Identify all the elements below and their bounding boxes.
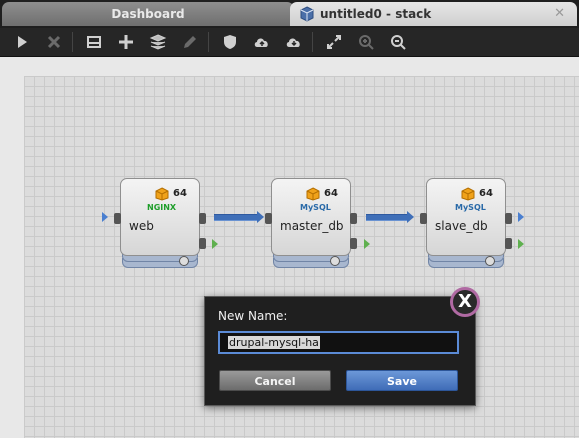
node-handle[interactable] — [485, 256, 495, 266]
node-port-out[interactable] — [350, 213, 357, 224]
node-port-in[interactable] — [114, 213, 121, 224]
connection-master-slave[interactable] — [366, 211, 414, 223]
package-icon — [461, 187, 475, 201]
toolbar-separator — [312, 32, 313, 52]
tab-bar: Dashboard untitled0 - stack ✕ — [0, 0, 579, 28]
node-port-in[interactable] — [420, 213, 427, 224]
node-body: 64 MySQL slave_db — [426, 178, 506, 256]
node-port-in[interactable] — [265, 213, 272, 224]
node-version: 64 — [479, 188, 493, 199]
package-icon — [155, 187, 169, 201]
close-icon[interactable] — [42, 30, 66, 54]
node-slave-db[interactable]: 64 MySQL slave_db — [420, 178, 512, 270]
pencil-icon[interactable] — [178, 30, 202, 54]
cloud-upload-icon[interactable] — [250, 30, 274, 54]
node-port-out[interactable] — [199, 238, 206, 249]
mysql-logo: MySQL — [300, 203, 331, 212]
dialog-title: New Name: — [218, 309, 288, 323]
tab-dashboard-label: Dashboard — [111, 7, 185, 21]
node-version: 64 — [324, 188, 338, 199]
new-name-selected-text[interactable]: drupal-mysql-ha — [228, 336, 320, 349]
connection-web-master[interactable] — [214, 211, 264, 223]
close-tab-icon[interactable]: ✕ — [554, 2, 565, 26]
cloud-download-icon[interactable] — [282, 30, 306, 54]
toolbar-separator — [72, 32, 73, 52]
mysql-logo: MySQL — [455, 203, 486, 212]
node-label: web — [129, 219, 154, 233]
zoom-out-icon[interactable] — [386, 30, 410, 54]
node-port-out[interactable] — [505, 238, 512, 249]
zoom-in-icon[interactable] — [354, 30, 378, 54]
node-label: slave_db — [435, 219, 488, 233]
node-handle[interactable] — [179, 256, 189, 266]
stack-icon — [300, 6, 314, 22]
node-body: 64 MySQL master_db — [271, 178, 351, 256]
output-arrow-icon — [212, 239, 218, 249]
node-master-db[interactable]: 64 MySQL master_db — [265, 178, 357, 270]
layers-icon[interactable] — [146, 30, 170, 54]
dialog-close-icon[interactable]: X — [450, 287, 480, 317]
tab-dashboard[interactable]: Dashboard — [2, 2, 294, 26]
output-arrow-icon — [518, 212, 524, 222]
tab-stack-label: untitled0 - stack — [320, 7, 432, 21]
toolbar-separator — [208, 32, 209, 52]
drive-icon[interactable] — [82, 30, 106, 54]
nginx-logo: NGINX — [147, 203, 177, 212]
plus-icon[interactable] — [114, 30, 138, 54]
node-port-out[interactable] — [505, 213, 512, 224]
tab-stack[interactable]: untitled0 - stack ✕ — [290, 2, 577, 26]
expand-icon[interactable] — [322, 30, 346, 54]
play-icon[interactable] — [10, 30, 34, 54]
cancel-button[interactable]: Cancel — [219, 370, 331, 391]
save-button[interactable]: Save — [346, 370, 458, 391]
node-port-out[interactable] — [199, 213, 206, 224]
node-port-out[interactable] — [350, 238, 357, 249]
shield-icon[interactable] — [218, 30, 242, 54]
node-label: master_db — [280, 219, 344, 233]
output-arrow-icon — [518, 239, 524, 249]
rename-dialog: New Name: drupal-mysql-ha Cancel Save — [204, 296, 476, 406]
toolbar — [0, 28, 579, 57]
node-handle[interactable] — [330, 256, 340, 266]
node-version: 64 — [173, 188, 187, 199]
input-arrow-icon — [102, 212, 108, 222]
node-web[interactable]: 64 NGINX web — [114, 178, 206, 270]
output-arrow-icon — [364, 239, 370, 249]
package-icon — [306, 187, 320, 201]
node-body: 64 NGINX web — [120, 178, 200, 256]
